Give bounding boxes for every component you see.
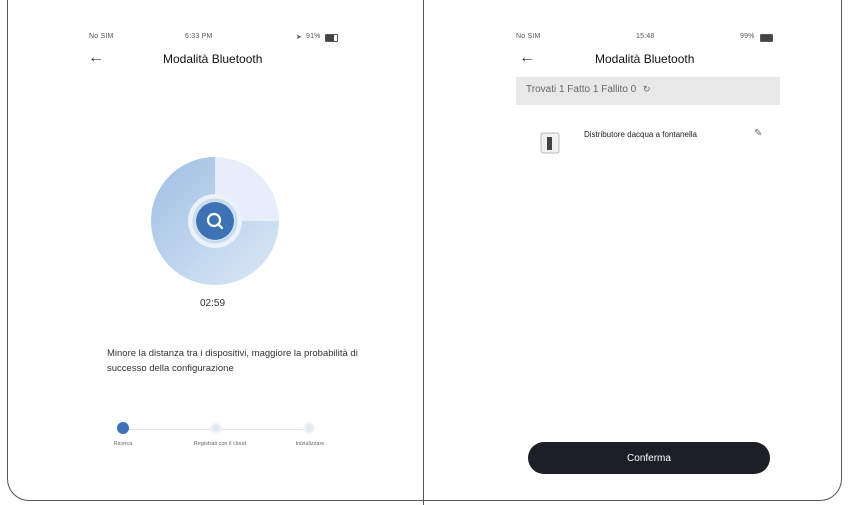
device-name: Distributore dacqua a fontanella [584, 130, 697, 139]
step-label-init: Inizializzare [295, 441, 325, 447]
edit-pencil-icon[interactable]: ✎ [754, 128, 762, 139]
result-summary: Trovati 1 Fatto 1 Fallito 0 [526, 84, 637, 95]
wifi-icon [95, 33, 103, 40]
refresh-icon[interactable]: ↻ [643, 84, 651, 94]
step-init-icon [303, 422, 315, 434]
step-cloud-icon [210, 422, 222, 434]
step-label-search: Ricerca [113, 441, 133, 447]
back-arrow-icon[interactable]: ← [88, 50, 104, 66]
battery-icon [760, 34, 773, 42]
battery-icon [325, 34, 338, 42]
status-battery: 91% [306, 33, 321, 40]
page-title: Modalità Bluetooth [163, 52, 263, 66]
step-search-icon [117, 422, 129, 434]
search-icon [206, 212, 224, 230]
water-dispenser-icon [540, 132, 560, 154]
distance-hint: Minore la distanza tra i dispositivi, ma… [107, 348, 358, 374]
status-time: 15:48 [636, 33, 655, 40]
status-battery: 99% [740, 33, 755, 40]
panel-divider [423, 0, 424, 505]
step-label-cloud: Registrati con il cloud [193, 441, 247, 447]
device-frame [7, 0, 842, 501]
status-time: 6:33 PM [185, 33, 213, 40]
countdown-timer: 02:59 [200, 298, 226, 309]
location-icon: ➤ [296, 34, 303, 41]
status-carrier: No SIM [516, 33, 541, 40]
scan-result-bar: Trovati 1 Fatto 1 Fallito 0 ↻ [516, 77, 780, 105]
confirm-button[interactable]: Conferma [528, 442, 770, 474]
page-title: Modalità Bluetooth [595, 52, 695, 66]
back-arrow-icon[interactable]: ← [519, 50, 535, 66]
